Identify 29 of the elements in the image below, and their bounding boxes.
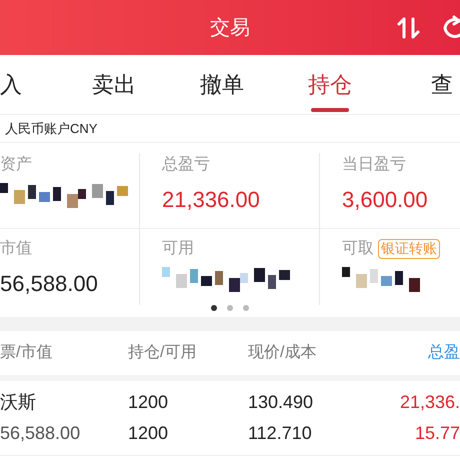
table-cell-text: 1200 [128,422,170,445]
summary-label: 可取 [342,239,374,259]
table-cell-text: 130.490 [248,391,314,414]
column-header[interactable]: 持仓/可用 [128,341,248,365]
summary-label: 资产 [0,154,32,175]
table-cell-text: 沃斯 [0,391,37,414]
summary-label: 可用 [162,239,194,259]
column-header[interactable]: 票/市值 [0,341,128,365]
tab[interactable]: 持仓 [276,55,384,114]
table-cell-text: 1200 [128,391,170,414]
table-cell-text: 21,336. [400,391,460,414]
summary-label: 总盈亏 [162,155,210,175]
summary-value: 56,588.00 [0,270,99,298]
page-title: 交易 [210,16,250,40]
summary-label: 市值 [0,238,32,259]
table-cell-text: 112.710 [248,422,313,445]
summary-label: 当日盈亏 [342,155,406,175]
account-label: 人民币账户CNY [5,120,98,138]
table-cell-text: 56,588.00 [0,422,82,445]
table-cell-text: 15.77 [414,422,460,445]
tab[interactable]: 入 [0,55,60,114]
column-header[interactable]: 总盈 [428,341,460,365]
swap-icon[interactable] [396,14,422,40]
column-header[interactable]: 现价/成本 [248,341,360,365]
tab[interactable]: 撤单 [168,55,276,114]
summary-value: 3,600.00 [342,186,429,214]
summary-value: 21,336.00 [162,186,261,214]
tab[interactable]: 卖出 [60,55,168,114]
tab[interactable]: 查 [384,55,460,114]
